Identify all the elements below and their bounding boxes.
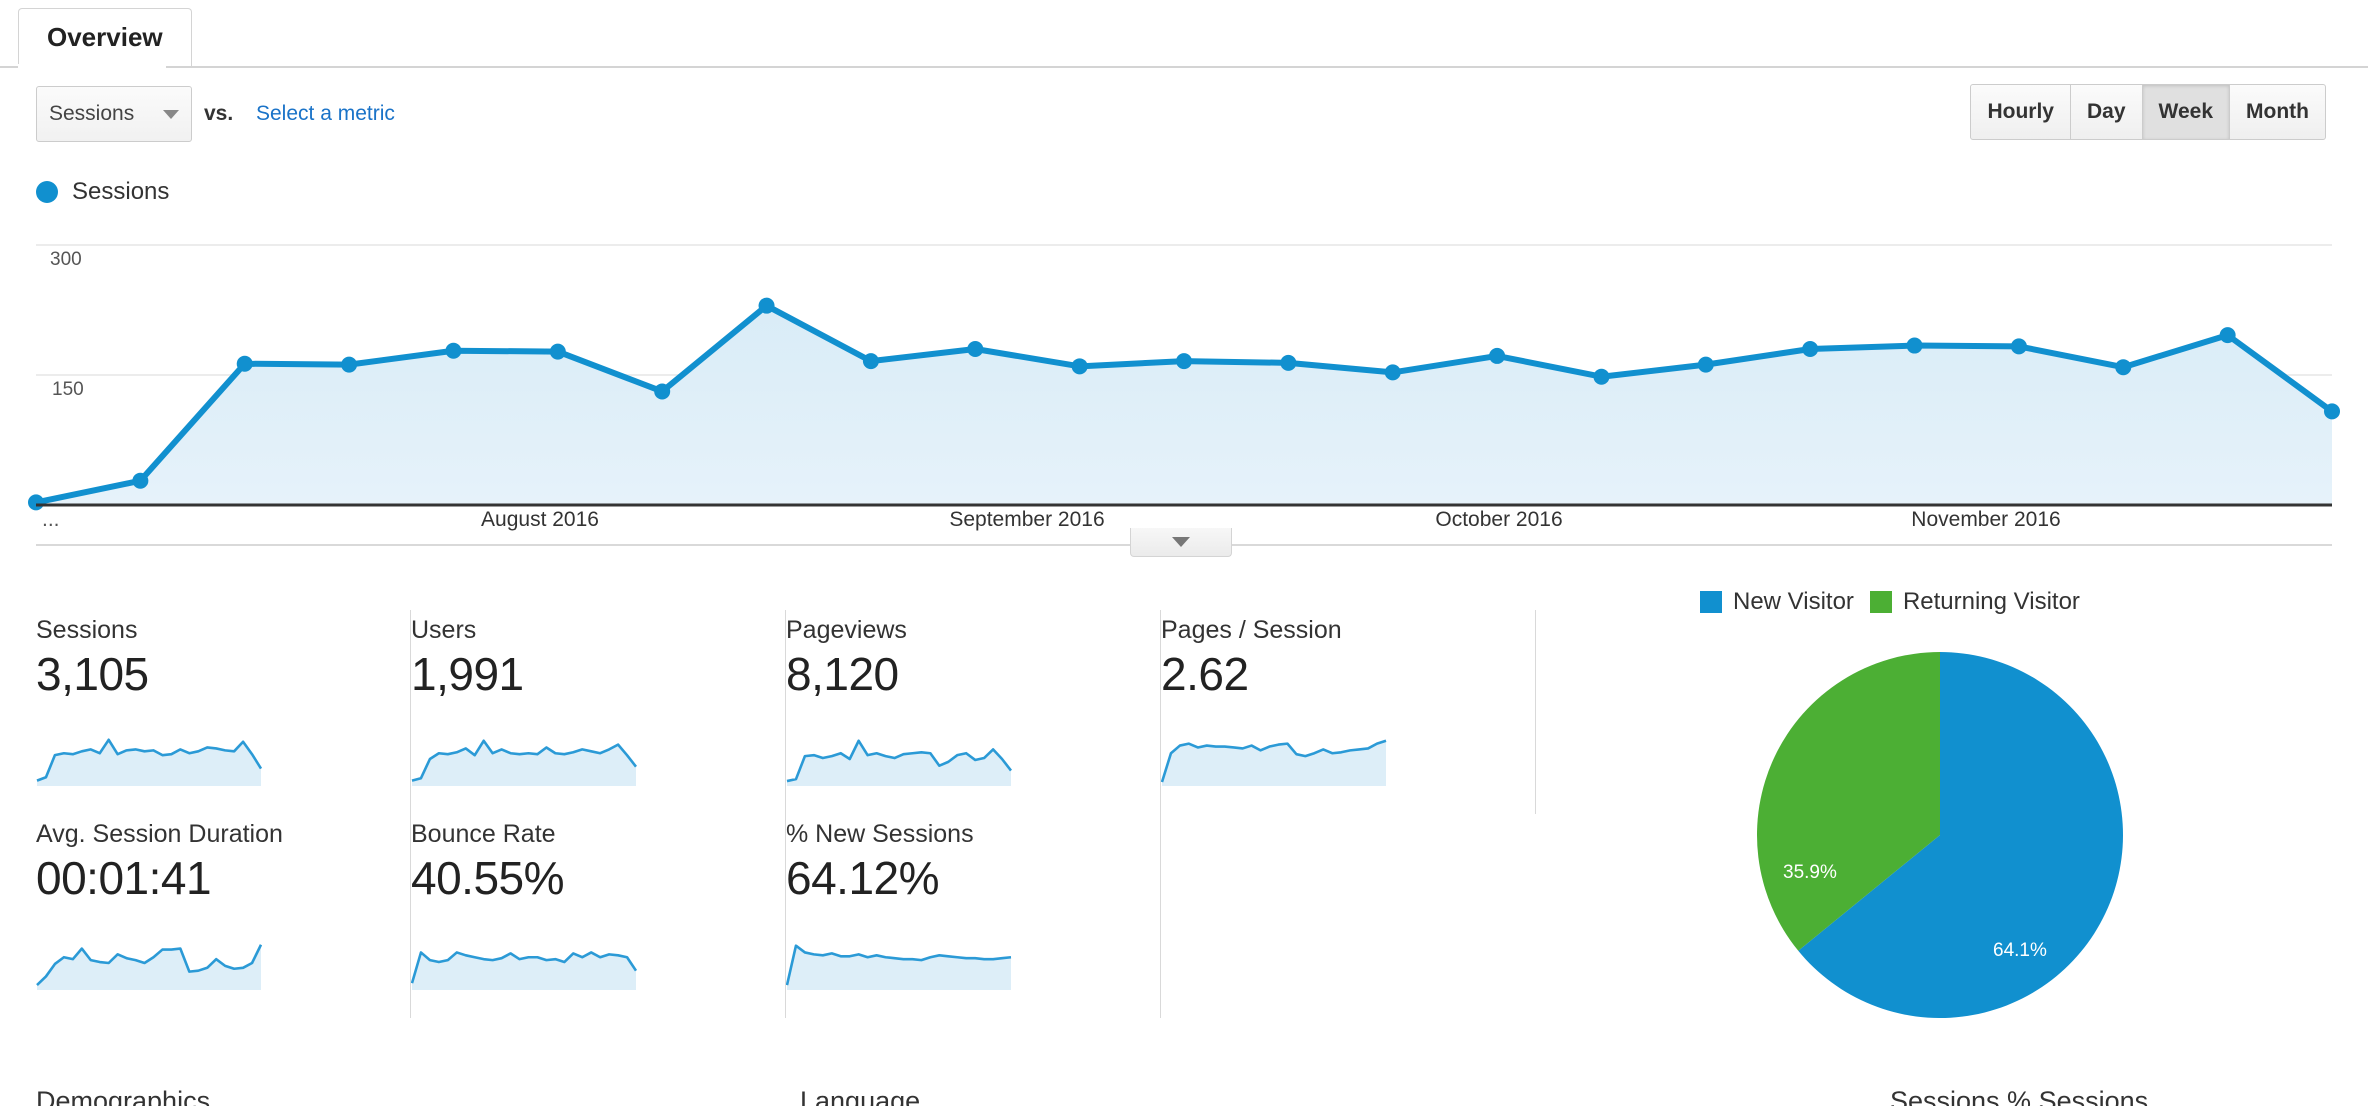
metric-select-value: Sessions [49, 102, 135, 125]
metric-card-percent-new-sessions[interactable]: % New Sessions 64.12% [786, 814, 1161, 1018]
metric-card-title: % New Sessions [786, 820, 974, 848]
sessions-area-chart-svg [28, 244, 2340, 511]
metric-card-pages-per-session[interactable]: Pages / Session 2.62 [1161, 610, 1536, 814]
metric-card-title: Bounce Rate [411, 820, 556, 848]
x-axis-tick-3: October 2016 [1435, 508, 1563, 531]
sparkline [36, 944, 262, 990]
pie-legend-item-new-visitor[interactable]: New Visitor [1700, 588, 1854, 616]
metric-card-value: 2.62 [1161, 648, 1249, 700]
metric-cards: Sessions 3,105 Users 1,991 Pageviews 8,1… [36, 610, 1536, 1018]
legend-label-sessions: Sessions [72, 178, 170, 205]
metric-card-bounce-rate[interactable]: Bounce Rate 40.55% [411, 814, 786, 1018]
period-button-day[interactable]: Day [2071, 85, 2143, 139]
metric-card-title: Avg. Session Duration [36, 820, 283, 848]
tab-overview[interactable]: Overview [18, 8, 192, 66]
y-axis-tick-150: 150 [52, 379, 84, 400]
period-button-month[interactable]: Month [2230, 85, 2325, 139]
metric-card-title: Sessions [36, 616, 138, 644]
pie-legend-item-returning-visitor[interactable]: Returning Visitor [1869, 588, 2080, 616]
metric-card-value: 64.12% [786, 852, 940, 904]
x-axis-tick-0: ... [42, 508, 60, 531]
pie-legend-label-returning-visitor: Returning Visitor [1902, 588, 2080, 615]
metric-card-sessions[interactable]: Sessions 3,105 [36, 610, 411, 814]
visitor-pie-chart[interactable]: 35.9% 64.1% [1755, 650, 2125, 1020]
metric-card-value: 00:01:41 [36, 852, 212, 904]
chevron-down-icon [1172, 537, 1190, 547]
bottom-section-title-demographics: Demographics [36, 1086, 211, 1106]
sparkline [36, 738, 262, 786]
legend-swatch-new-visitor [1700, 591, 1722, 613]
select-metric-link[interactable]: Select a metric [256, 102, 395, 126]
tab-overview-label: Overview [47, 22, 163, 52]
tab-strip: Overview [0, 0, 2368, 70]
pie-legend-label-new-visitor: New Visitor [1733, 588, 1854, 615]
visitor-pie-chart-svg [1757, 652, 2123, 1019]
sparkline [786, 944, 1012, 990]
pie-slice-label-new-visitor: 64.1% [1993, 940, 2047, 961]
metric-card-value: 8,120 [786, 648, 899, 700]
bottom-cutoff-section: Demographics Language Sessions % Session… [0, 1086, 2368, 1106]
metric-cards-row-1: Sessions 3,105 Users 1,991 Pageviews 8,1… [36, 610, 1536, 814]
bottom-section-title-language: Language [800, 1086, 921, 1106]
visitor-pie-legend: New Visitor Returning Visitor [1700, 588, 2080, 616]
metric-card-users[interactable]: Users 1,991 [411, 610, 786, 814]
metric-select[interactable]: Sessions [36, 86, 192, 142]
sessions-area-chart[interactable] [0, 225, 2368, 525]
metric-card-title: Pages / Session [1161, 616, 1342, 644]
metric-card-title: Pageviews [786, 616, 907, 644]
metric-cards-row-2: Avg. Session Duration 00:01:41 Bounce Ra… [36, 814, 1536, 1018]
x-axis-tick-1: August 2016 [481, 508, 599, 531]
chevron-down-icon [163, 109, 179, 119]
period-button-week[interactable]: Week [2142, 85, 2231, 139]
chart-collapse-handle[interactable] [1130, 528, 1232, 557]
legend-swatch-returning-visitor [1869, 591, 1892, 613]
metric-card-empty [1161, 814, 1536, 1018]
pie-slice-label-returning-visitor: 35.9% [1783, 862, 1837, 883]
metric-card-value: 1,991 [411, 648, 524, 700]
period-toggle-group: Hourly Day Week Month [1970, 84, 2326, 140]
x-axis-tick-2: September 2016 [949, 508, 1105, 531]
analytics-overview-page: Overview Sessions vs. Select a metric Ho… [0, 0, 2368, 1106]
chart-legend: Sessions [36, 178, 169, 206]
metric-card-pageviews[interactable]: Pageviews 8,120 [786, 610, 1161, 814]
vs-label: vs. [204, 102, 234, 125]
sparkline [411, 739, 637, 786]
period-button-hourly[interactable]: Hourly [1971, 85, 2071, 139]
sparkline [1161, 739, 1387, 786]
bottom-section-title-sessions: Sessions % Sessions [1890, 1086, 2149, 1106]
metric-card-value: 3,105 [36, 648, 149, 700]
y-axis-tick-300: 300 [50, 249, 82, 270]
metric-card-avg-session-duration[interactable]: Avg. Session Duration 00:01:41 [36, 814, 411, 1018]
legend-dot-sessions [36, 181, 58, 203]
sparkline [786, 739, 1012, 786]
metric-card-value: 40.55% [411, 852, 565, 904]
tab-active-underline-cover [18, 64, 166, 70]
x-axis-tick-4: November 2016 [1911, 508, 2061, 531]
sparkline [411, 951, 637, 990]
metric-card-title: Users [411, 616, 477, 644]
